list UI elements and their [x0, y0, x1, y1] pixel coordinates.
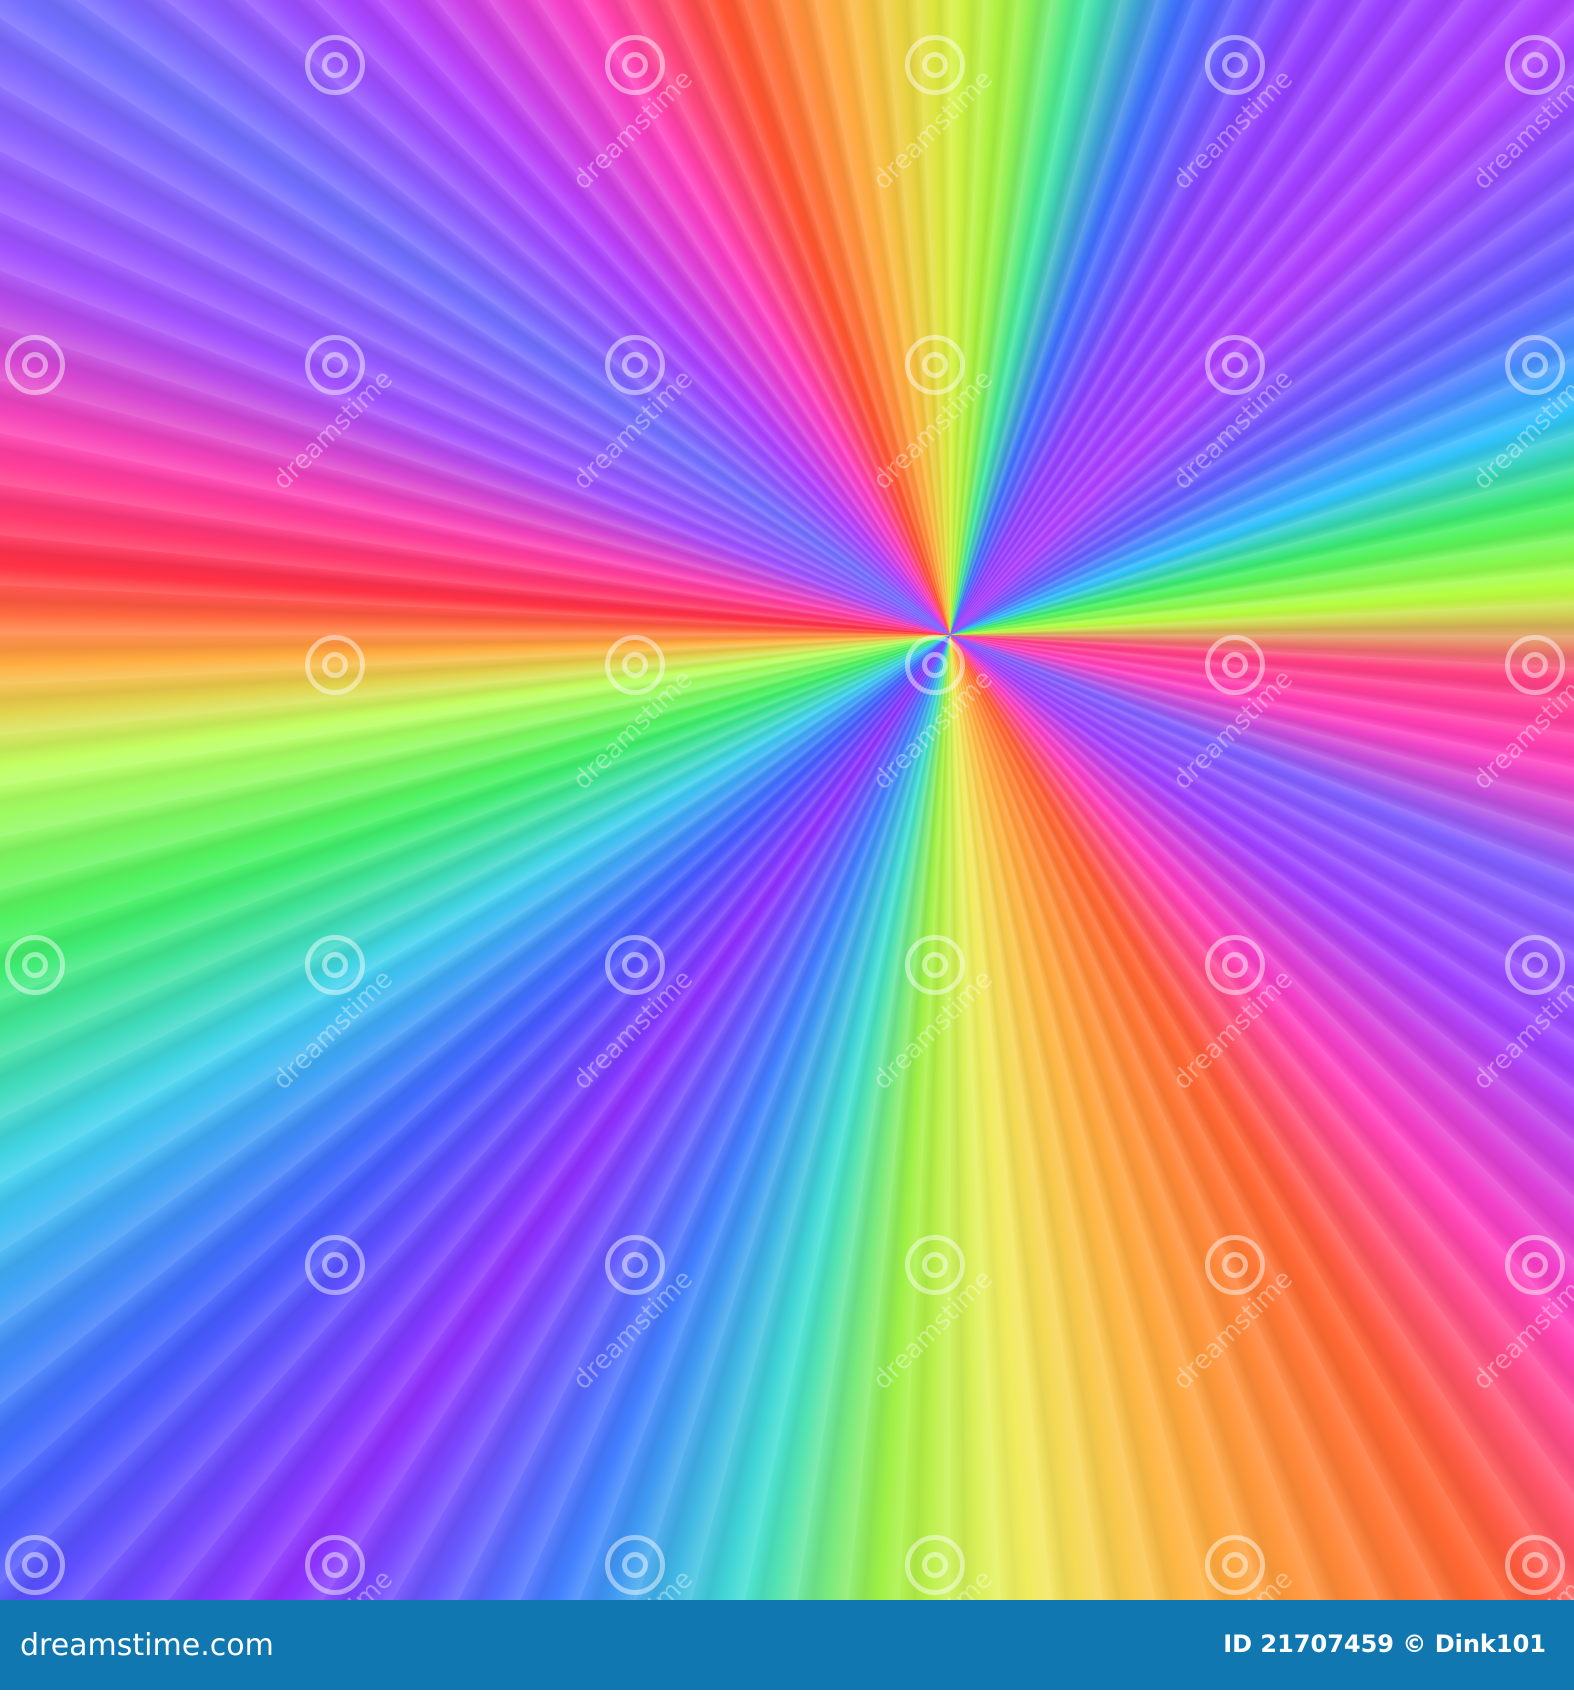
watermark-spiral-icon — [5, 935, 65, 995]
watermark-spiral-icon — [1205, 1535, 1265, 1595]
watermark-spiral-icon — [905, 635, 965, 695]
watermark-spiral-icon — [905, 1235, 965, 1295]
watermark-spiral-icon — [905, 935, 965, 995]
watermark-spiral-icon — [5, 335, 65, 395]
watermark-spiral-icon — [1505, 1535, 1565, 1595]
watermark-spiral-icon — [1505, 1235, 1565, 1295]
watermark-spiral-icon — [605, 635, 665, 695]
watermark-spiral-icon — [905, 35, 965, 95]
watermark-spiral-icon — [1205, 335, 1265, 395]
watermark-spiral-icon — [905, 1535, 965, 1595]
watermark-spiral-icon — [1205, 1235, 1265, 1295]
watermark-spiral-icon — [1505, 335, 1565, 395]
watermark-spiral-icon — [605, 35, 665, 95]
watermark-spiral-icon — [305, 935, 365, 995]
watermark-spiral-icon — [1205, 935, 1265, 995]
watermark-spiral-icon — [305, 35, 365, 95]
dreamstime-logo[interactable]: dreamstime.com — [20, 1628, 274, 1663]
watermark-spiral-icon — [1205, 635, 1265, 695]
watermark-spiral-icon — [305, 335, 365, 395]
watermark-spiral-icon — [305, 1535, 365, 1595]
watermark-spiral-icon — [305, 635, 365, 695]
watermark-spiral-icon — [1505, 935, 1565, 995]
watermark-spiral-icon — [1205, 35, 1265, 95]
watermark-spiral-icon — [1505, 635, 1565, 695]
image-credit: ID 21707459 © Dink101 — [1223, 1630, 1546, 1658]
watermark-spiral-icon — [605, 335, 665, 395]
watermark-spiral-icon — [5, 1535, 65, 1595]
watermark-spiral-icon — [605, 1235, 665, 1295]
ray-streaks — [0, 0, 1574, 1600]
watermark-spiral-icon — [305, 1235, 365, 1295]
watermark-spiral-icon — [605, 935, 665, 995]
watermark-spiral-icon — [905, 335, 965, 395]
watermark-spiral-icon — [605, 1535, 665, 1595]
watermark-spiral-icon — [1505, 35, 1565, 95]
footer-bar: dreamstime.com ID 21707459 © Dink101 — [0, 1600, 1574, 1690]
